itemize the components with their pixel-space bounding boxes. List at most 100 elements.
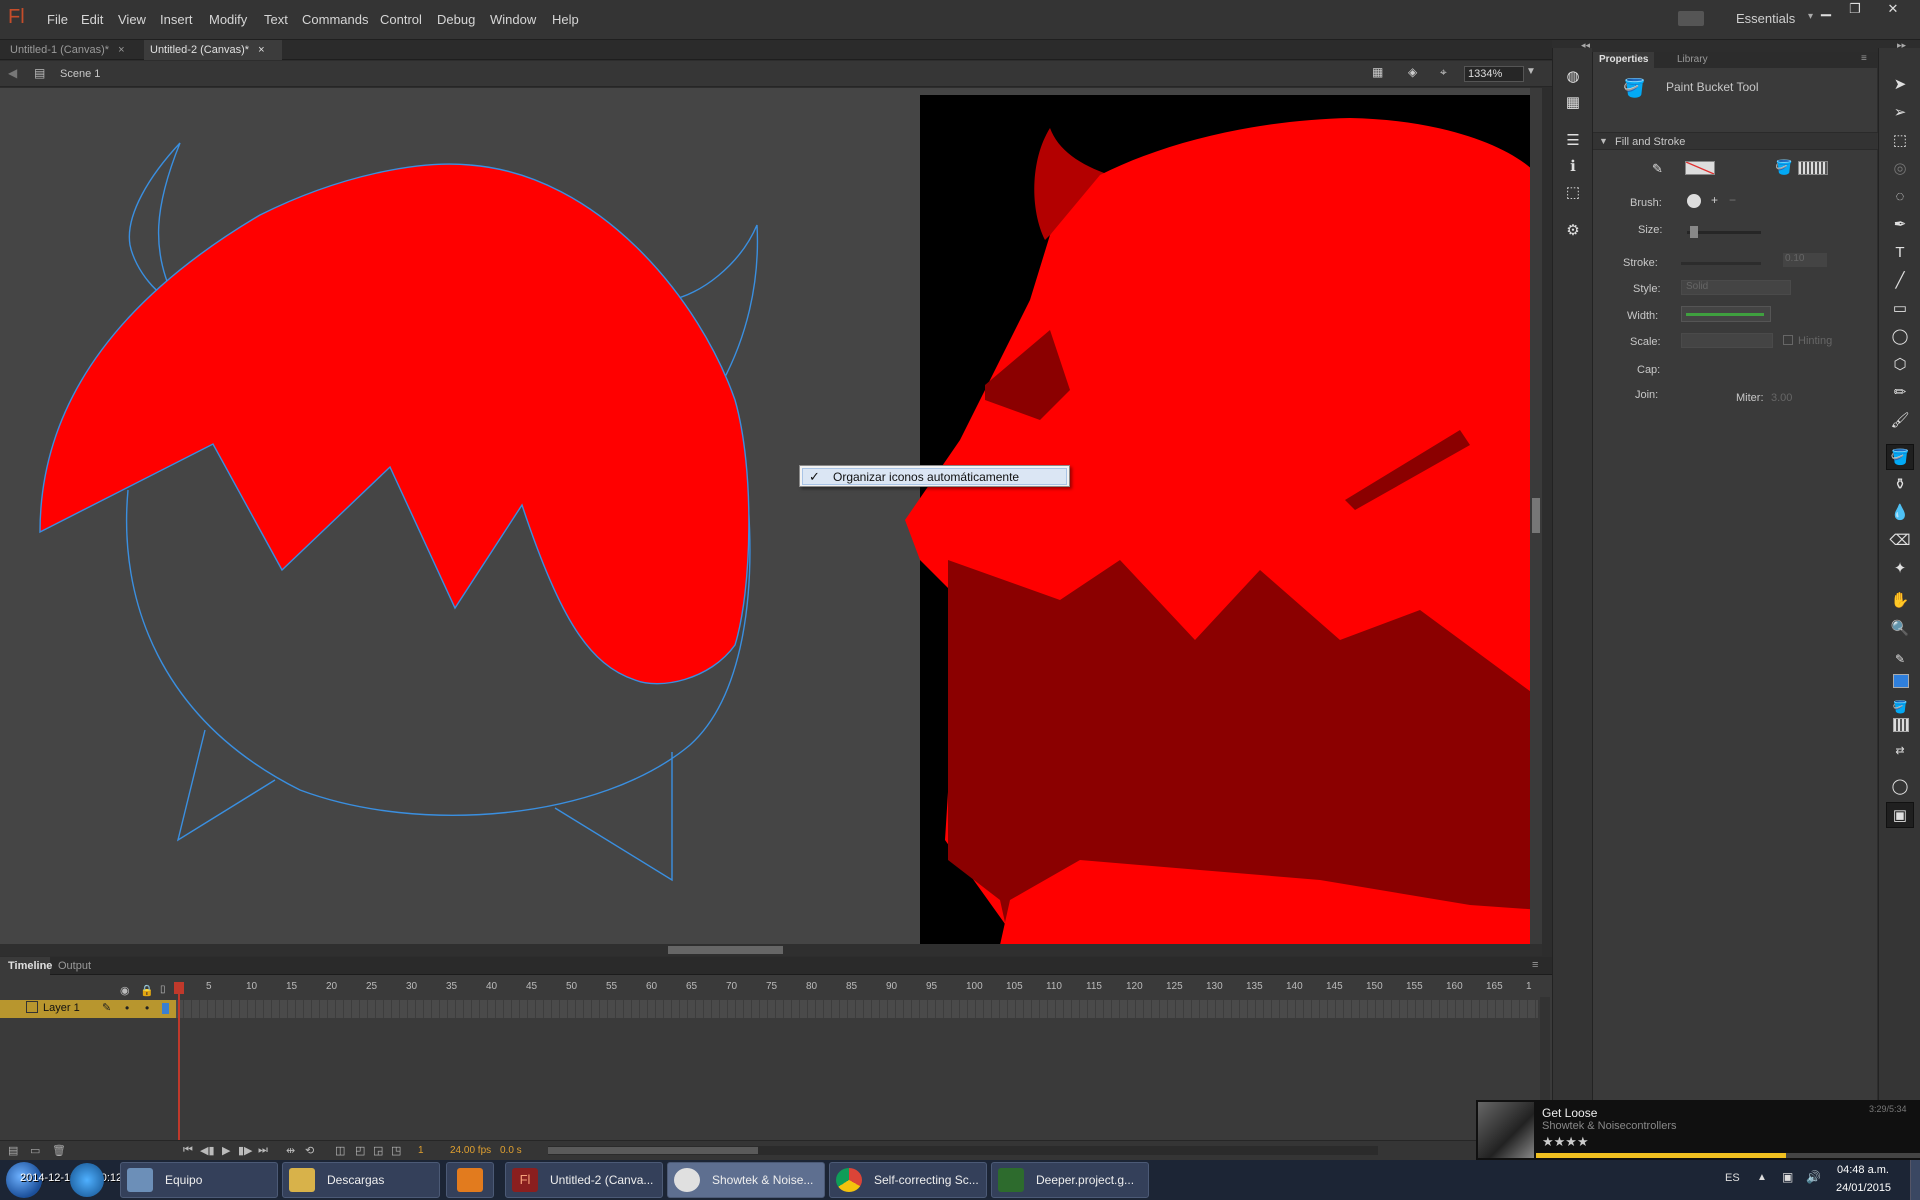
menu-window[interactable]: Window (490, 12, 536, 27)
step-back-icon[interactable]: ◀▮ (200, 1144, 215, 1157)
taskbar-item-chrome[interactable]: Self-correcting Sc... (829, 1162, 987, 1198)
network-icon[interactable]: ▣ (1782, 1170, 1793, 1184)
close-icon[interactable]: ✕ (1880, 0, 1906, 18)
current-frame[interactable]: 1 (418, 1145, 424, 1156)
timeline-hscroll-thumb[interactable] (548, 1147, 758, 1154)
fill-color-swatch[interactable] (1798, 161, 1828, 175)
fps-value[interactable]: 24.00 fps (450, 1145, 491, 1156)
time-value[interactable]: 0.0 s (500, 1145, 522, 1156)
edit-scene-icon[interactable]: ▦ (1372, 65, 1383, 79)
collapse-triangle-icon[interactable]: ▼ (1599, 136, 1608, 146)
new-layer-icon[interactable]: ▤ (8, 1144, 18, 1157)
rectangle-tool-icon[interactable]: ▭ (1886, 296, 1914, 322)
eraser-icon[interactable]: ⌫ (1886, 528, 1914, 554)
collapse-arrows-icon[interactable]: ◂◂ (1581, 40, 1590, 51)
center-frame-icon[interactable]: ⇹ (286, 1144, 295, 1157)
menu-help[interactable]: Help (552, 12, 579, 27)
chevron-down-icon[interactable]: ▼ (1526, 66, 1536, 77)
last-frame-icon[interactable]: ⏭ (258, 1144, 268, 1157)
info-panel-icon[interactable]: ℹ (1559, 154, 1587, 180)
lasso-icon[interactable]: ◌ (1886, 184, 1914, 210)
fill-stroke-header[interactable]: ▼ Fill and Stroke (1593, 132, 1878, 150)
menu-view[interactable]: View (118, 12, 146, 27)
new-folder-icon[interactable]: ▭ (30, 1144, 40, 1157)
visible-dot-icon[interactable]: • (125, 1001, 129, 1015)
swap-colors-icon[interactable]: ⇄ (1886, 738, 1914, 764)
menu-commands[interactable]: Commands (302, 12, 368, 27)
now-playing-widget[interactable]: Get Loose Showtek & Noisecontrollers ★★★… (1476, 1100, 1920, 1160)
swatches-panel-icon[interactable]: ▦ (1559, 90, 1587, 116)
pen-tool-icon[interactable]: ✒ (1886, 212, 1914, 238)
play-icon[interactable]: ▶ (222, 1144, 230, 1157)
tab-library[interactable]: Library (1677, 54, 1708, 65)
transform-panel-icon[interactable]: ⬚ (1559, 180, 1587, 206)
stage-area[interactable] (0, 88, 1542, 944)
fill-color-icon[interactable]: 🪣 (1886, 694, 1914, 720)
size-slider-thumb[interactable] (1690, 226, 1698, 238)
rating-stars[interactable]: ★★★★ (1542, 1134, 1589, 1150)
outline-icon[interactable]: ▯ (160, 984, 166, 995)
scene-label[interactable]: Scene 1 (60, 68, 100, 80)
zoom-field[interactable]: 1334% (1464, 66, 1524, 82)
language-indicator[interactable]: ES (1725, 1172, 1740, 1184)
edit-multiple-icon[interactable]: ◲ (373, 1144, 383, 1157)
stage-canvas[interactable] (0, 88, 1542, 944)
stage-vscroll-thumb[interactable] (1532, 498, 1540, 533)
onion-outline-icon[interactable]: ◰ (355, 1144, 365, 1157)
frame-row[interactable] (176, 1000, 1538, 1018)
subselection-tool-icon[interactable]: ➢ (1886, 100, 1914, 126)
onion-markers-icon[interactable]: ◳ (391, 1144, 401, 1157)
oval-tool-icon[interactable]: ◯ (1886, 324, 1914, 350)
center-stage-icon[interactable]: ⌖ (1440, 65, 1447, 80)
line-tool-icon[interactable]: ╱ (1886, 268, 1914, 294)
show-desktop-button[interactable] (1910, 1160, 1920, 1200)
frame-ruler[interactable]: 1510152025303540455055606570758085909510… (174, 981, 1538, 997)
menu-control[interactable]: Control (380, 12, 422, 27)
code-snippets-icon[interactable]: ⚙ (1559, 218, 1587, 244)
volume-icon[interactable]: 🔊 (1806, 1170, 1821, 1184)
layer-color-swatch[interactable] (162, 1003, 169, 1014)
fill-mode-icon[interactable]: ▣ (1886, 802, 1914, 828)
menu-text[interactable]: Text (264, 12, 288, 27)
back-arrow-icon[interactable]: ◀ (8, 66, 17, 80)
taskbar-item-deeper[interactable]: Deeper.project.g... (991, 1162, 1149, 1198)
menu-debug[interactable]: Debug (437, 12, 475, 27)
clock-date[interactable]: 24/01/2015 (1836, 1182, 1891, 1194)
stroke-color-icon[interactable]: ✎ (1886, 646, 1914, 672)
size-slider[interactable] (1687, 231, 1761, 234)
add-icon[interactable]: + (1711, 193, 1718, 207)
playhead[interactable] (178, 982, 180, 1157)
taskbar-item-flash[interactable]: Fl Untitled-2 (Canva... (505, 1162, 663, 1198)
menu-edit[interactable]: Edit (81, 12, 103, 27)
first-frame-icon[interactable]: ⏮ (183, 1144, 193, 1157)
timeline-hscrollbar[interactable] (548, 1146, 1378, 1155)
context-menu-item[interactable]: ✓ Organizar iconos automáticamente (802, 468, 1067, 485)
eye-icon[interactable]: ◉ (120, 984, 130, 997)
menu-insert[interactable]: Insert (160, 12, 193, 27)
tab-timeline[interactable]: Timeline (0, 957, 52, 975)
stroke-color-chip[interactable] (1893, 674, 1909, 688)
selection-tool-icon[interactable]: ➤ (1886, 72, 1914, 98)
taskbar-item-descargas[interactable]: Descargas (282, 1162, 440, 1198)
tab-properties[interactable]: Properties (1593, 52, 1655, 68)
taskbar-item-equipo[interactable]: Equipo (120, 1162, 278, 1198)
pencil-icon[interactable]: ✎ (102, 1001, 111, 1014)
3d-rotation-icon[interactable]: ◎ (1886, 156, 1914, 182)
free-transform-icon[interactable]: ⬚ (1886, 128, 1914, 154)
menu-file[interactable]: File (47, 12, 68, 27)
stage-hscroll-thumb[interactable] (668, 946, 783, 954)
pencil-tool-icon[interactable]: ✏ (1886, 380, 1914, 406)
sync-settings-icon[interactable] (1678, 11, 1704, 26)
tray-arrow-icon[interactable]: ▲ (1757, 1172, 1767, 1183)
close-icon[interactable]: × (258, 44, 264, 56)
lock-dot-icon[interactable]: • (145, 1001, 149, 1015)
align-panel-icon[interactable]: ☰ (1559, 128, 1587, 154)
eyedropper-icon[interactable]: 💧 (1886, 500, 1914, 526)
taskbar-item-media[interactable] (446, 1162, 494, 1198)
layer-name[interactable]: Layer 1 (43, 1002, 80, 1014)
polystar-tool-icon[interactable]: ⬡ (1886, 352, 1914, 378)
workspace-switcher[interactable]: Essentials (1736, 11, 1800, 26)
edit-symbols-icon[interactable]: ◈ (1408, 65, 1417, 79)
ie-icon[interactable] (70, 1163, 104, 1197)
expand-arrows-icon[interactable]: ▸▸ (1897, 40, 1906, 51)
